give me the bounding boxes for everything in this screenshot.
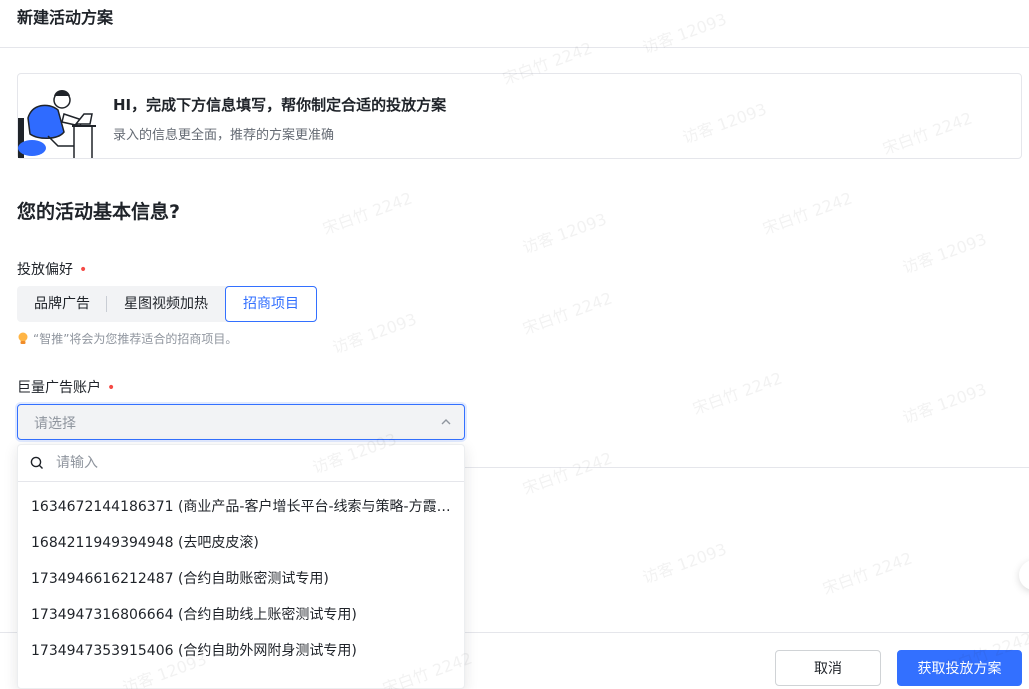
preference-hint-text: “智推”将会为您推荐适合的招商项目。 <box>33 332 238 346</box>
account-option[interactable]: 1734947353915406 (合约自助外网附身测试专用) <box>18 633 464 669</box>
preference-segmented-control: 品牌广告 星图视频加热 招商项目 <box>17 286 317 322</box>
account-option-list: 1634672144186371 (商业产品-客户增长平台-线索与策略-方霞… … <box>18 489 464 669</box>
floating-edge-button[interactable] <box>1019 560 1029 590</box>
info-banner: HI，完成下方信息填写，帮你制定合适的投放方案 录入的信息更全面，推荐的方案更准… <box>17 73 1022 159</box>
option-xingtu-video-boost[interactable]: 星图视频加热 <box>107 286 225 322</box>
person-at-laptop-illustration <box>18 90 96 158</box>
preference-label: 投放偏好 • <box>17 259 87 279</box>
required-mark: • <box>79 262 88 278</box>
account-label-text: 巨量广告账户 <box>17 380 101 396</box>
banner-subtitle: 录入的信息更全面，推荐的方案更准确 <box>113 128 335 143</box>
watermark: 访客 12093 <box>519 209 610 258</box>
watermark: 宋白竹 2242 <box>520 448 615 499</box>
watermark: 宋白竹 2242 <box>520 288 615 339</box>
watermark: 宋白竹 2242 <box>320 188 415 239</box>
account-dropdown: 1634672144186371 (商业产品-客户增长平台-线索与策略-方霞… … <box>17 444 465 689</box>
option-investment-project[interactable]: 招商项目 <box>225 286 317 322</box>
section-title: 您的活动基本信息? <box>17 201 181 223</box>
required-mark: • <box>107 380 116 396</box>
banner-title: HI，完成下方信息填写，帮你制定合适的投放方案 <box>113 96 447 114</box>
cancel-button[interactable]: 取消 <box>775 650 881 686</box>
watermark: 宋白竹 2242 <box>690 368 785 419</box>
account-option[interactable]: 1734947316806664 (合约自助线上账密测试专用) <box>18 597 464 633</box>
watermark: 访客 12093 <box>639 539 730 588</box>
option-brand-ads[interactable]: 品牌广告 <box>17 286 107 322</box>
watermark: 宋白竹 2242 <box>760 188 855 239</box>
account-option[interactable]: 1684211949394948 (去吧皮皮滚) <box>18 525 464 561</box>
preference-label-text: 投放偏好 <box>17 262 73 278</box>
page-title: 新建活动方案 <box>17 8 114 27</box>
modal-header: 新建活动方案 <box>0 0 1029 48</box>
account-select[interactable]: 请选择 <box>17 404 465 440</box>
watermark: 访客 12093 <box>899 229 990 278</box>
account-option[interactable]: 1634672144186371 (商业产品-客户增长平台-线索与策略-方霞… <box>18 489 464 525</box>
dropdown-search-input[interactable] <box>56 451 446 475</box>
preference-hint: “智推”将会为您推荐适合的招商项目。 <box>17 330 237 347</box>
watermark: 访客 12093 <box>329 309 420 358</box>
lightbulb-icon <box>18 332 28 344</box>
account-select-placeholder: 请选择 <box>34 416 76 432</box>
get-plan-button[interactable]: 获取投放方案 <box>897 650 1022 686</box>
divider <box>465 467 1029 468</box>
search-icon <box>30 456 43 469</box>
dropdown-search <box>18 445 464 482</box>
chevron-up-icon <box>441 419 451 425</box>
watermark: 宋白竹 2242 <box>820 548 915 599</box>
account-label: 巨量广告账户 • <box>17 377 115 397</box>
account-option[interactable]: 1734946616212487 (合约自助账密测试专用) <box>18 561 464 597</box>
watermark: 访客 12093 <box>899 379 990 428</box>
